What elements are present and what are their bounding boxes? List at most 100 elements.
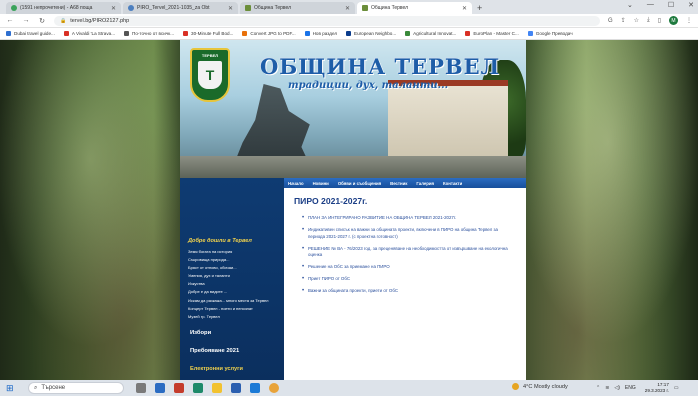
bookmark-item[interactable]: Google Преводач [527,31,573,36]
site-slogan: традиции, дух, таланти... [288,80,449,91]
document-link[interactable]: Индикативен списък на важни за общината … [302,227,516,240]
bookmark-item[interactable]: Agricultural Innovat... [405,31,456,36]
document-link[interactable]: Решение на ОбС за приемане на ПИРО [302,264,516,271]
sidebar-link[interactable]: Музей гр. Тервел [188,313,268,321]
network-icon[interactable]: ≋ [605,385,609,391]
sidebar-item-elections[interactable]: Избори [190,330,211,336]
nav-gallery[interactable]: Галерия [416,181,434,186]
outlook-icon[interactable] [250,383,260,393]
nav-announcements[interactable]: Обяви и съобщения [338,181,381,186]
close-tab-icon[interactable]: ✕ [111,5,116,12]
bookmark-item[interactable]: European Neighbo... [346,31,396,36]
forward-arrow-icon[interactable]: → [22,17,30,24]
browser-tab[interactable]: Община Тервел ✕ [240,2,355,14]
bookmark-item[interactable]: По-точно от всичк... [124,31,174,36]
bookmark-item[interactable]: 30-Minute Full Bod... [183,31,233,36]
share-icon[interactable]: ⇪ [621,17,626,24]
site-nav: Начало Новини Обяви и съобщения Вестник … [284,178,526,188]
reload-icon[interactable]: ↻ [38,17,46,25]
search-icon: ⌕ [34,384,38,391]
download-icon[interactable]: ⤓ [647,17,650,24]
bookmark-label: European Neighbo... [354,31,397,36]
sidebar-link-list: Земя богата на история Съкровища природа… [188,248,268,321]
nav-contacts[interactable]: Контакти [443,181,462,186]
nav-news[interactable]: Новини [313,181,329,186]
coat-of-arms-logo[interactable]: ТЕРВЕЛ T [190,48,230,102]
chrome-icon[interactable] [269,383,279,393]
window-controls: ⌄ — ☐ ✕ [627,1,694,9]
tray-chevron-icon[interactable]: ⌃ [596,385,600,391]
main-content: ПИРО 2021-2027г. ПЛАН ЗА ИНТЕГРИРАНО РАЗ… [284,188,526,380]
app-icon[interactable] [174,383,184,393]
sidebar-link[interactable]: Съкровища природа... [188,256,268,264]
close-tab-icon[interactable]: ✕ [345,5,350,12]
profile-avatar[interactable]: M [669,16,678,25]
sidebar-link[interactable]: Добре е да видите ... [188,288,268,296]
bookmark-favicon-icon [63,31,69,36]
sidebar-link[interactable]: Изкуства [188,280,268,288]
nav-home[interactable]: Начало [288,181,304,186]
file-explorer-icon[interactable] [212,383,222,393]
document-link[interactable]: ПЛАН ЗА ИНТЕГРИРАНО РАЗВИТИЕ НА ОБЩИНА Т… [302,215,516,222]
maximize-icon[interactable]: ☐ [668,1,674,9]
minimize-icon[interactable]: — [647,1,654,9]
widgets-icon[interactable] [155,383,165,393]
keyboard-language[interactable]: ENG [625,385,636,391]
bookmark-item[interactable]: EuroPlan - Master C... [465,31,519,36]
taskbar-search-input[interactable]: ⌕ Търсене [28,382,124,394]
close-tab-icon[interactable]: ✕ [462,5,467,12]
site-favicon-icon [362,5,368,11]
browser-tab-active[interactable]: Община Тервел ✕ [357,2,472,14]
tab-title: PIRO_Tervel_2021-1035_za Obt [137,5,210,11]
volume-icon[interactable]: ◁) [614,385,620,391]
bookmark-label: A Vivaldi 'La Strava... [71,31,116,36]
address-bar-row: ← → ↻ 🔒 tervel.bg/PIRO2127.php G ⇪ ☆ ⤓ ▯… [0,14,698,28]
system-tray: ⌃ ≋ ◁) ENG 17:17 29.3.2023 г. ▭ [596,382,679,393]
bookmark-item[interactable]: A Vivaldi 'La Strava... [63,31,116,36]
back-arrow-icon[interactable]: ← [6,17,14,24]
bookmark-item[interactable]: Dubai travel guide... [6,31,55,36]
browser-tab[interactable]: PIRO_Tervel_2021-1035_za Obt ✕ [123,2,238,14]
document-link[interactable]: Важни за общината проекти, приети от ОбС [302,288,516,295]
sidebar-link[interactable]: Искам да разкажа... много места за Терве… [188,297,268,305]
notifications-icon[interactable]: ▭ [674,385,679,391]
bookmark-item[interactable]: Convert JPG to PDF... [242,31,296,36]
new-tab-button[interactable]: + [477,2,482,14]
task-view-icon[interactable] [136,383,146,393]
site-title: ОБЩИНА ТЕРВЕЛ [260,54,501,79]
menu-dots-icon[interactable]: ⋮ [686,17,692,24]
google-lens-icon[interactable]: G [608,18,613,24]
sidebar-panel-icon[interactable]: ▯ [658,17,661,24]
sidebar-link[interactable]: Бряст от отново, обичаи... [188,264,268,272]
word-icon[interactable] [231,383,241,393]
sidebar-link[interactable]: Концерт Тервел - поети и непознат [188,305,268,313]
document-link[interactable]: РЕШЕНИЕ № ВА - 76/2023 год. за преценява… [302,246,516,259]
clock[interactable]: 17:17 29.3.2023 г. [645,382,669,393]
bookmark-label: Нов раздел [312,31,338,36]
sidebar-eservices-heading[interactable]: Електронни услуги [190,366,243,372]
weather-widget[interactable]: 4°C Mostly cloudy [512,383,568,390]
sidebar-link[interactable]: Земя богата на история [188,248,268,256]
bookmark-favicon-icon [346,31,352,36]
background-photo-left [0,40,200,380]
bookmark-item[interactable]: Нов раздел [304,31,338,36]
crest-shield-icon: T [198,61,222,89]
sidebar-heading: Добре дошли в Тервел [188,238,252,244]
edge-browser-icon[interactable] [193,383,203,393]
close-tab-icon[interactable]: ✕ [228,5,233,12]
nav-newspaper[interactable]: Вестник [390,181,407,186]
bookmark-star-icon[interactable]: ☆ [634,17,639,24]
close-window-icon[interactable]: ✕ [688,1,694,9]
tab-search-icon[interactable]: ⌄ [627,1,633,9]
bookmark-label: Google Преводач [535,31,573,36]
document-link[interactable]: Приет ПИРО от ОбС [302,276,516,283]
sidebar-link[interactable]: Умения, дух и таланти [188,272,268,280]
sidebar-item-census[interactable]: Пребояване 2021 [190,348,239,354]
globe-favicon-icon [128,5,134,11]
url-input[interactable]: 🔒 tervel.bg/PIRO2127.php [54,15,600,26]
lock-icon[interactable]: 🔒 [60,18,66,24]
windows-start-icon[interactable]: ⊞ [6,383,20,394]
browser-tab[interactable]: (1591 непрочетени) - A68 поща ✕ [6,2,121,14]
tab-title: Община Тервел [371,5,409,11]
site-banner: ТЕРВЕЛ T ОБЩИНА ТЕРВЕЛ традиции, дух, та… [180,40,526,178]
